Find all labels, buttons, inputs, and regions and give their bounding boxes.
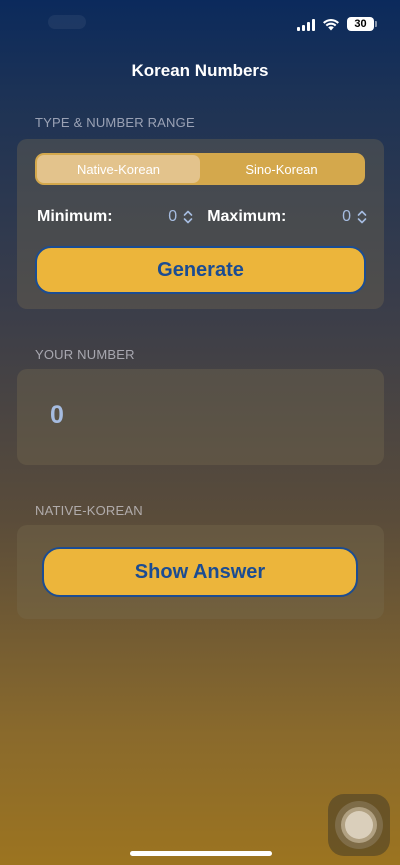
- show-answer-button[interactable]: Show Answer: [42, 547, 358, 597]
- wifi-icon: [323, 18, 339, 30]
- page-title: Korean Numbers: [131, 61, 269, 80]
- type-segmented-control: Native-Korean Sino-Korean: [35, 153, 365, 185]
- battery-level: 30: [354, 18, 367, 30]
- assistive-touch-icon: [335, 801, 383, 849]
- cellular-signal-icon: [297, 18, 315, 31]
- chevron-up-down-icon: [357, 210, 367, 224]
- battery-icon: 30: [347, 17, 377, 31]
- maximum-label: Maximum:: [207, 208, 287, 225]
- maximum-value: 0: [342, 208, 351, 225]
- home-indicator[interactable]: [130, 851, 272, 856]
- assistive-touch-button[interactable]: [328, 794, 390, 856]
- your-number-header: YOUR NUMBER: [35, 347, 135, 362]
- dynamic-island-indicator: [48, 15, 86, 29]
- answer-header: NATIVE-KOREAN: [35, 503, 143, 518]
- range-row: Minimum: 0 Maximum: 0: [37, 205, 367, 229]
- chevron-up-down-icon: [183, 210, 193, 224]
- your-number-card: 0: [17, 369, 384, 465]
- segment-sino-korean[interactable]: Sino-Korean: [200, 155, 363, 183]
- type-range-header: TYPE & NUMBER RANGE: [35, 115, 195, 130]
- answer-card: Show Answer: [17, 525, 384, 619]
- segment-native-korean[interactable]: Native-Korean: [37, 155, 200, 183]
- minimum-picker[interactable]: 0: [168, 208, 193, 226]
- status-bar: 30: [0, 0, 400, 50]
- generated-number: 0: [50, 401, 64, 429]
- generate-button[interactable]: Generate: [35, 246, 366, 294]
- maximum-picker[interactable]: 0: [342, 208, 367, 226]
- status-icons: 30: [297, 17, 377, 31]
- minimum-label: Minimum:: [37, 208, 113, 225]
- type-range-card: Native-Korean Sino-Korean Minimum: 0 Max…: [17, 139, 384, 309]
- minimum-value: 0: [168, 208, 178, 225]
